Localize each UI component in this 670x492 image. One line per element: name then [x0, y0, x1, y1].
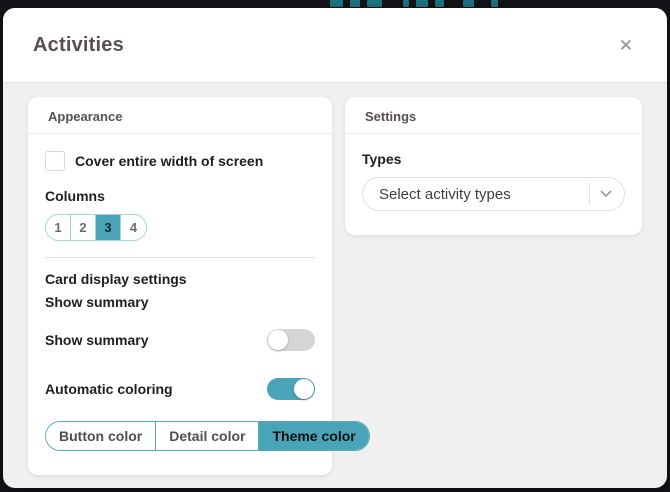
activity-types-placeholder: Select activity types	[379, 185, 511, 203]
cover-width-checkbox[interactable]	[45, 151, 65, 171]
card-display-settings-title: Card display settings	[45, 271, 187, 287]
modal-title: Activities	[33, 33, 124, 56]
settings-panel-title: Settings	[345, 97, 642, 134]
card-display-settings-subtitle: Show summary	[45, 294, 149, 310]
types-label: Types	[362, 151, 402, 167]
automatic-coloring-row: Automatic coloring	[45, 378, 315, 400]
show-summary-row: Show summary	[45, 329, 315, 351]
chevron-down-icon	[600, 190, 612, 198]
appearance-panel-body: Cover entire width of screen Columns 1 2…	[28, 134, 370, 475]
toggle-knob	[268, 330, 288, 350]
automatic-coloring-label: Automatic coloring	[45, 381, 173, 397]
activity-types-select[interactable]: Select activity types	[362, 177, 625, 211]
settings-panel: Settings Types Select activity types	[345, 97, 642, 235]
close-icon[interactable]: ✕	[615, 33, 637, 58]
columns-option-4[interactable]: 4	[121, 215, 146, 240]
theme-color-option[interactable]: Theme color	[259, 422, 369, 450]
color-mode-button-group: Button color Detail color Theme color	[45, 421, 370, 451]
appearance-panel-title: Appearance	[28, 97, 332, 134]
columns-label: Columns	[45, 188, 105, 204]
appearance-panel: Appearance Cover entire width of screen …	[28, 97, 370, 475]
toggle-knob	[294, 379, 314, 399]
background-glyphs	[330, 0, 498, 7]
automatic-coloring-toggle[interactable]	[267, 378, 315, 400]
settings-panel-body: Types Select activity types	[345, 134, 642, 235]
columns-option-2[interactable]: 2	[71, 215, 96, 240]
modal-body: Appearance Cover entire width of screen …	[3, 83, 667, 488]
show-summary-toggle[interactable]	[267, 329, 315, 351]
modal-header: Activities ✕	[3, 8, 667, 83]
show-summary-label: Show summary	[45, 332, 149, 348]
columns-option-3[interactable]: 3	[96, 215, 121, 240]
detail-color-option[interactable]: Detail color	[156, 422, 260, 450]
columns-button-group: 1 2 3 4	[45, 214, 147, 241]
cover-width-label: Cover entire width of screen	[75, 153, 264, 169]
columns-option-1[interactable]: 1	[46, 215, 71, 240]
dropdown-separator	[589, 183, 590, 205]
section-divider	[45, 257, 315, 258]
button-color-option[interactable]: Button color	[46, 422, 157, 450]
activities-modal: Activities ✕ Appearance Cover entire wid…	[3, 8, 667, 488]
cover-width-row: Cover entire width of screen	[45, 151, 315, 171]
